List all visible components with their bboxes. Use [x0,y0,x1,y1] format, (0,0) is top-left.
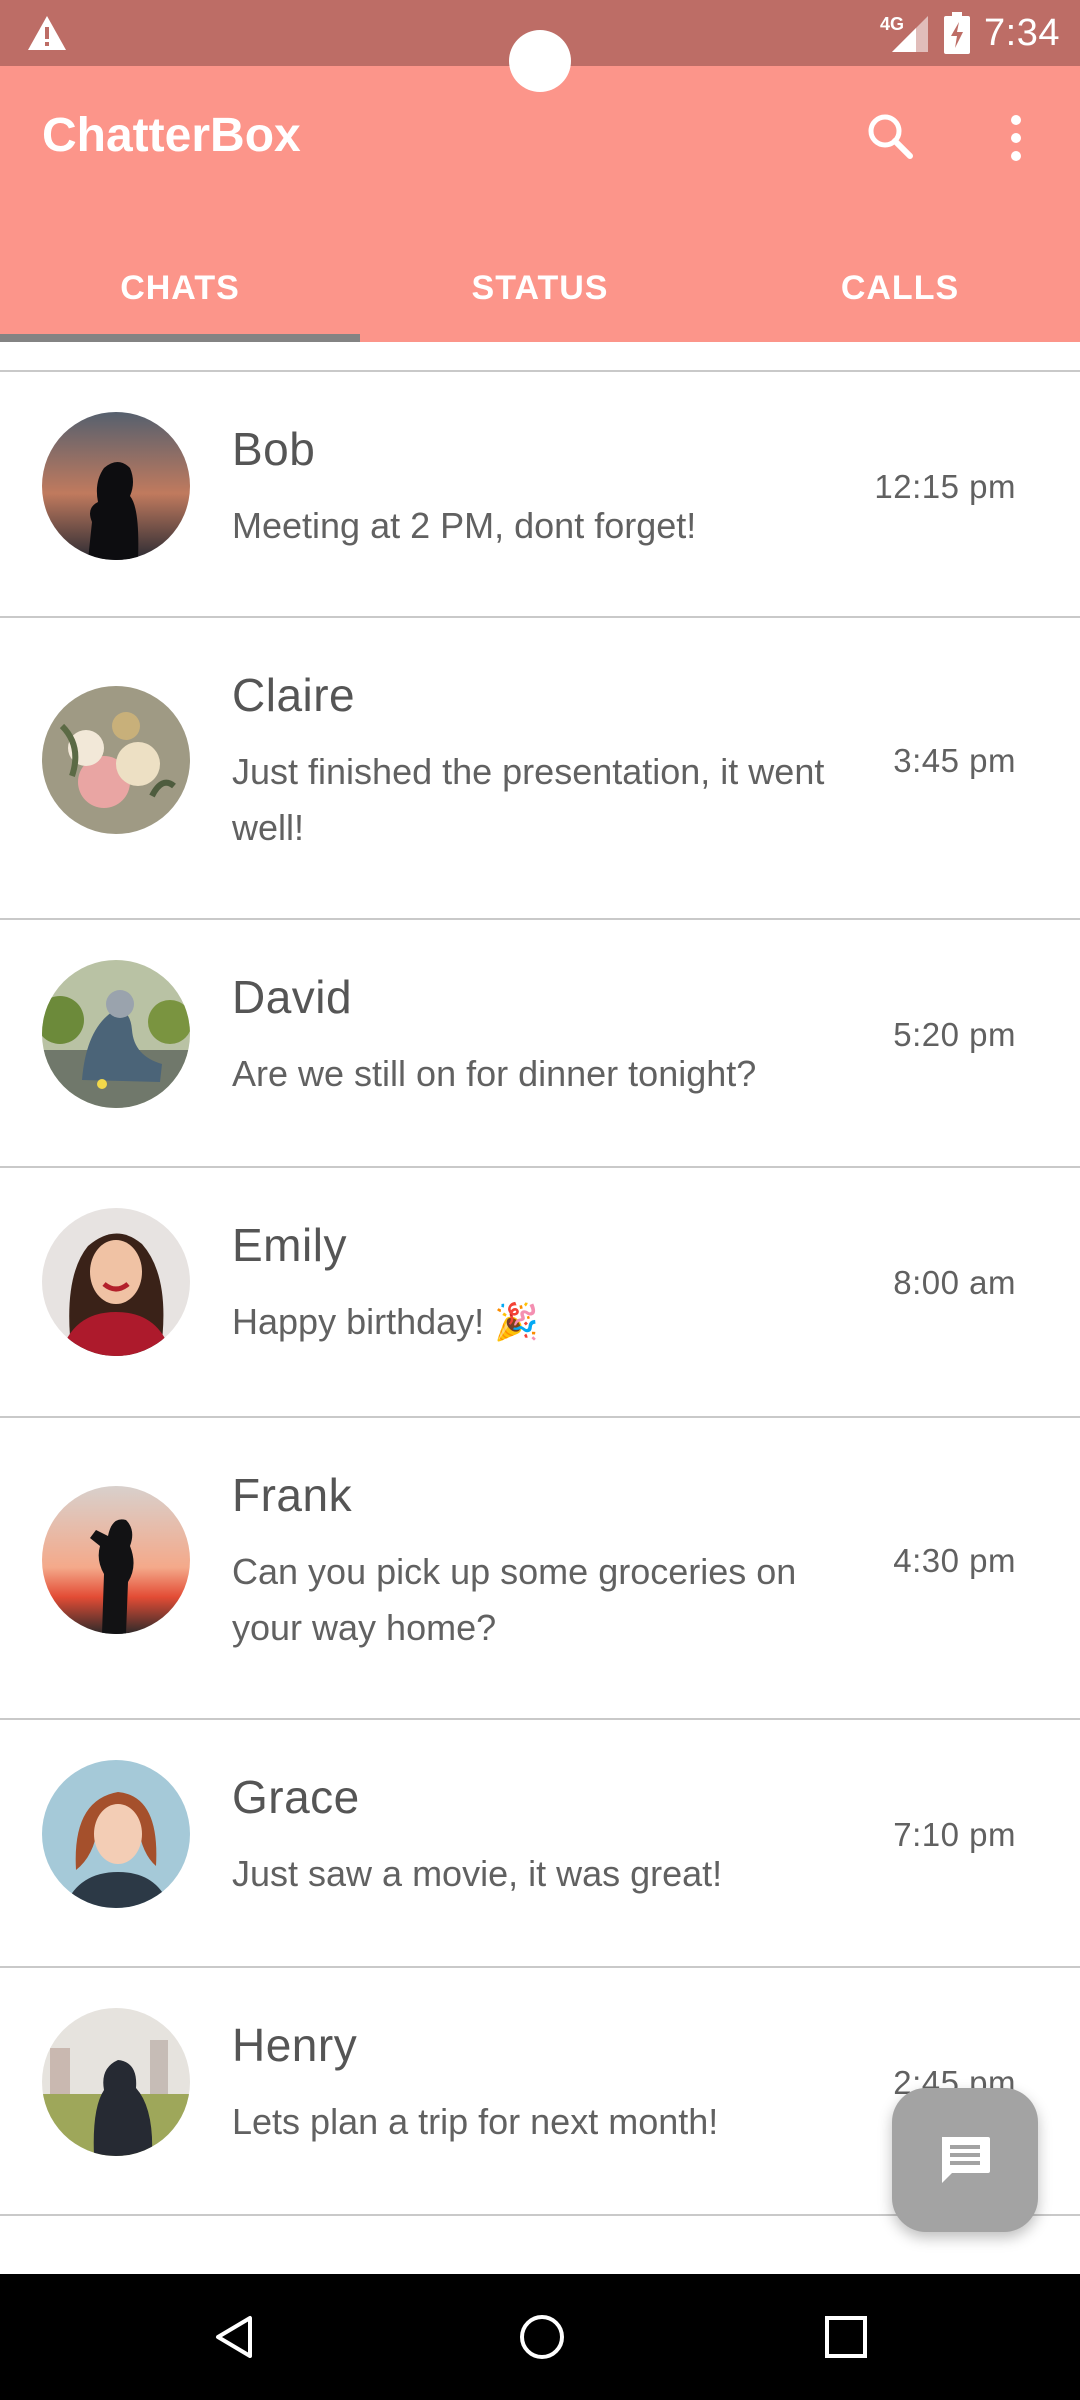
network-label: 4G [880,14,905,34]
more-vert-icon[interactable] [998,110,1034,166]
status-icons: 4G 7:34 [880,8,1060,58]
search-icon[interactable] [862,108,918,164]
list-divider [0,342,1080,372]
tab-calls[interactable]: CALLS [720,234,1080,342]
tab-status[interactable]: STATUS [360,234,720,342]
chat-message: Can you pick up some groceries on your w… [232,1551,797,1648]
chat-message: Are we still on for dinner tonight? [232,1053,757,1094]
navigation-bar [0,2274,1080,2400]
chat-name: Emily [232,1219,347,1271]
chat-time: 3:45 pm [893,742,1016,779]
signal-icon: 4G [880,12,930,54]
app-root: 4G 7:34 ChatterBox CHATS STATUS CALLS Bo… [0,0,1080,2400]
chat-item-david[interactable]: David Are we still on for dinner tonight… [0,920,1080,1168]
avatar [42,686,190,834]
chat-name: Grace [232,1771,360,1823]
recents-icon[interactable] [823,2314,869,2360]
status-bar: 4G 7:34 [0,0,1080,92]
warning-icon [28,16,66,50]
chat-list[interactable]: Bob Meeting at 2 PM, dont forget! 12:15 … [0,342,1080,2274]
chat-item-bob[interactable]: Bob Meeting at 2 PM, dont forget! 12:15 … [0,372,1080,618]
avatar [42,1760,190,1908]
new-chat-fab[interactable] [892,2088,1038,2232]
avatar [42,2008,190,2156]
chat-message: Just saw a movie, it was great! [232,1853,723,1894]
chat-message: Meeting at 2 PM, dont forget! [232,505,697,546]
message-icon [942,2137,990,2183]
chat-time: 8:00 am [893,1264,1016,1301]
status-time: 7:34 [984,11,1060,54]
avatar [42,1486,190,1634]
app-bar: ChatterBox CHATS STATUS CALLS [0,66,1080,342]
chat-name: Henry [232,2019,358,2071]
camera-cutout [509,30,571,92]
chat-message: Just finished the presentation, it went … [232,751,825,848]
chat-item-frank[interactable]: Frank Can you pick up some groceries on … [0,1418,1080,1720]
chat-message: Lets plan a trip for next month! [232,2101,719,2142]
app-title: ChatterBox [42,109,301,162]
back-icon[interactable] [210,2312,260,2362]
chat-time: 12:15 pm [874,468,1016,505]
avatar [42,960,190,1108]
chat-item-claire[interactable]: Claire Just finished the presentation, i… [0,618,1080,920]
avatar [42,1208,190,1356]
tab-chats[interactable]: CHATS [0,234,360,342]
tab-indicator [0,334,360,342]
chat-time: 5:20 pm [893,1016,1016,1053]
avatar [42,412,190,560]
chat-time: 4:30 pm [893,1542,1016,1579]
chat-name: Bob [232,423,316,475]
chat-time: 7:10 pm [893,1816,1016,1853]
chat-item-emily[interactable]: Emily Happy birthday! 🎉 8:00 am [0,1168,1080,1418]
chat-name: Claire [232,669,356,721]
chat-name: Frank [232,1469,353,1521]
home-icon[interactable] [517,2312,567,2362]
chat-name: David [232,971,353,1023]
battery-charging-icon [944,12,971,54]
tab-bar: CHATS STATUS CALLS [0,234,1080,342]
chat-item-grace[interactable]: Grace Just saw a movie, it was great! 7:… [0,1720,1080,1968]
chat-message: Happy birthday! 🎉 [232,1301,539,1342]
